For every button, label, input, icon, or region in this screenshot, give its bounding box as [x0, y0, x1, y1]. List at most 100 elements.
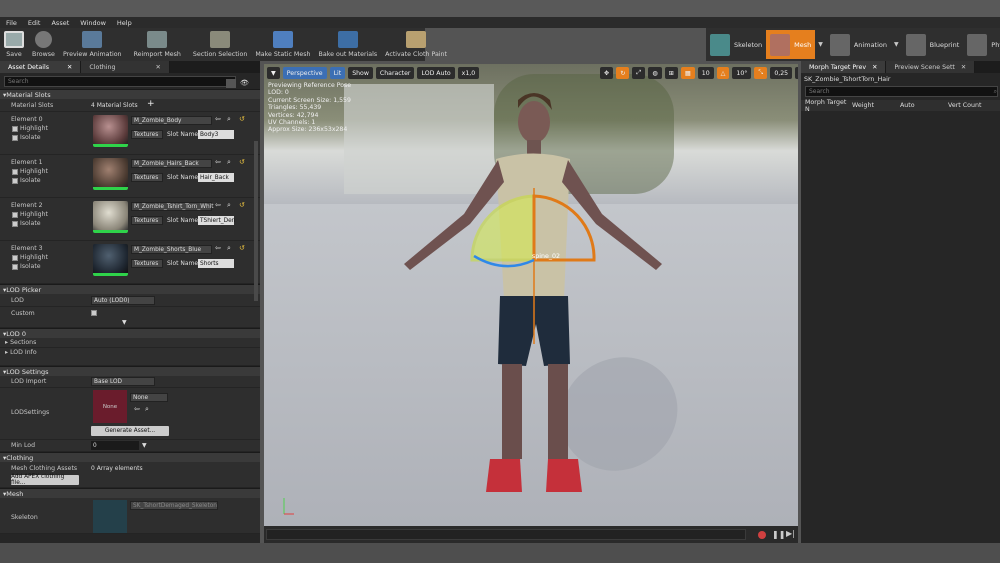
material-thumbnail[interactable] — [93, 201, 128, 233]
morph-search-input[interactable]: Search ⌕ — [805, 86, 998, 97]
isolate-checkbox[interactable] — [12, 135, 18, 141]
lod-settings-header[interactable]: ▾ LOD Settings — [0, 366, 260, 376]
lod-dropdown[interactable]: Auto (LOD0) — [91, 296, 155, 305]
slot-name-input[interactable]: TShiert_Den — [198, 216, 235, 225]
material-slots-header[interactable]: ▾ Material Slots — [0, 89, 260, 99]
custom-checkbox[interactable] — [91, 310, 97, 316]
use-selected-icon[interactable]: ⇦ — [134, 405, 140, 413]
angle-size-button[interactable]: 10° — [732, 67, 752, 79]
view-options-icon[interactable] — [226, 79, 236, 88]
isolate-checkbox[interactable] — [12, 264, 18, 270]
world-icon[interactable]: ◍ — [648, 67, 662, 79]
browse-button[interactable]: Browse — [28, 28, 59, 61]
mode-blueprint[interactable]: Blueprint — [902, 30, 964, 59]
menu-window[interactable]: Window — [80, 19, 106, 27]
camera-speed-button[interactable]: 4 — [795, 67, 798, 79]
add-icon[interactable]: + — [147, 99, 155, 109]
chevron-down-icon[interactable]: ▼ — [894, 41, 899, 48]
pause-icon[interactable]: ❚❚ — [772, 530, 785, 539]
isolate-checkbox[interactable] — [12, 221, 18, 227]
column-header[interactable]: Morph Target N — [805, 99, 852, 113]
perspective-button[interactable]: Perspective — [282, 67, 327, 79]
lod-auto-button[interactable]: LOD Auto — [417, 67, 455, 79]
browse-icon[interactable]: ⌕ — [145, 405, 149, 414]
lod-settings-thumbnail[interactable]: None — [93, 390, 127, 423]
use-selected-icon[interactable]: ⇦ — [215, 244, 221, 252]
mode-physics[interactable]: Physics — [963, 30, 1000, 59]
grid-size-button[interactable]: 10 — [697, 67, 714, 79]
chevron-down-icon[interactable]: ▼ — [142, 442, 147, 449]
isolate-checkbox[interactable] — [12, 178, 18, 184]
rotate-icon[interactable]: ↻ — [616, 67, 630, 79]
lit-button[interactable]: Lit — [329, 67, 346, 79]
tab-preview-scene-settings[interactable]: Preview Scene Sett ✕ — [886, 61, 976, 73]
tab-clothing[interactable]: Clothing ✕ — [81, 61, 170, 73]
column-header[interactable]: Weight — [852, 102, 900, 109]
reset-icon[interactable]: ↺ — [239, 244, 245, 252]
menu-edit[interactable]: Edit — [28, 19, 41, 27]
use-selected-icon[interactable]: ⇦ — [215, 115, 221, 123]
skeleton-dropdown[interactable]: SK_TshortDemaged_Skeleton — [130, 501, 218, 510]
eye-icon[interactable]: 👁 — [240, 79, 252, 88]
material-thumbnail[interactable] — [93, 158, 128, 190]
angle-snap-icon[interactable]: △ — [716, 67, 730, 79]
scale-icon[interactable]: ⤢ — [632, 67, 646, 79]
material-dropdown[interactable]: M_Zombie_Body — [131, 116, 212, 125]
material-thumbnail[interactable] — [93, 244, 128, 276]
lod0-header[interactable]: ▾ LOD 0 — [0, 328, 260, 338]
menu-help[interactable]: Help — [117, 19, 132, 27]
save-button[interactable]: Save — [0, 28, 28, 61]
browse-icon[interactable]: ⌕ — [227, 158, 231, 167]
skeleton-thumbnail[interactable] — [93, 500, 127, 533]
close-icon[interactable]: ✕ — [872, 64, 877, 71]
material-dropdown[interactable]: M_Zombie_Shorts_Blue — [131, 245, 212, 254]
add-apex-clothing-button[interactable]: Add APEX clothing file... — [11, 474, 79, 486]
textures-dropdown[interactable]: Textures — [131, 130, 163, 139]
close-icon[interactable]: ✕ — [67, 64, 72, 71]
material-dropdown[interactable]: M_Zombie_Tshirt_Torn_Whit — [131, 202, 214, 211]
textures-dropdown[interactable]: Textures — [131, 216, 163, 225]
record-icon[interactable] — [758, 531, 766, 539]
preview-animation-button[interactable]: Preview Animation — [59, 28, 126, 61]
lod-import-dropdown[interactable]: Base LOD — [91, 377, 155, 386]
activate-cloth-paint-button[interactable]: Activate Cloth Paint — [381, 28, 451, 61]
section-selection-button[interactable]: Section Selection — [189, 28, 251, 61]
highlight-checkbox[interactable] — [12, 126, 18, 132]
min-lod-input[interactable]: 0 — [91, 441, 139, 450]
sections-row[interactable]: ▸ Sections — [0, 338, 260, 348]
slot-name-input[interactable]: Body3 — [198, 130, 234, 139]
mesh-header[interactable]: ▾ Mesh — [0, 488, 260, 498]
close-icon[interactable]: ✕ — [961, 64, 966, 71]
textures-dropdown[interactable]: Textures — [131, 173, 163, 182]
column-header[interactable]: Vert Count — [948, 102, 981, 109]
close-icon[interactable]: ✕ — [156, 64, 161, 71]
material-thumbnail[interactable] — [93, 115, 128, 147]
lod-settings-dropdown[interactable]: None — [130, 393, 168, 402]
translate-icon[interactable]: ✥ — [600, 67, 614, 79]
reset-icon[interactable]: ↺ — [239, 201, 245, 209]
reset-icon[interactable]: ↺ — [239, 158, 245, 166]
viewport-options-button[interactable]: ▼ — [267, 67, 280, 79]
details-search-input[interactable]: Search⌕ — [4, 76, 236, 87]
tab-asset-details[interactable]: Asset Details ✕ — [0, 61, 82, 73]
highlight-checkbox[interactable] — [12, 212, 18, 218]
surface-snap-icon[interactable]: ⊞ — [664, 67, 678, 79]
bake-out-materials-button[interactable]: Bake out Materials — [315, 28, 382, 61]
clothing-header[interactable]: ▾ Clothing — [0, 452, 260, 462]
browse-icon[interactable]: ⌕ — [227, 115, 231, 124]
use-selected-icon[interactable]: ⇦ — [215, 158, 221, 166]
grid-snap-icon[interactable]: ▦ — [680, 67, 695, 79]
material-dropdown[interactable]: M_Zombie_Hairs_Back — [131, 159, 212, 168]
reset-icon[interactable]: ↺ — [239, 115, 245, 123]
chevron-down-icon[interactable]: ▼ — [122, 319, 127, 326]
play-speed-button[interactable]: x1,0 — [457, 67, 480, 79]
tab-morph-target-preview[interactable]: Morph Target Prev ✕ — [801, 61, 887, 73]
slot-name-input[interactable]: Hair_Back — [198, 173, 234, 182]
reimport-mesh-button[interactable]: Reimport Mesh — [130, 28, 185, 61]
scale-size-button[interactable]: 0,25 — [770, 67, 793, 79]
browse-icon[interactable]: ⌕ — [227, 201, 231, 210]
slot-name-input[interactable]: Shorts — [198, 259, 234, 268]
menu-file[interactable]: File — [6, 19, 17, 27]
textures-dropdown[interactable]: Textures — [131, 259, 163, 268]
timeline-scrubber[interactable] — [266, 529, 746, 540]
